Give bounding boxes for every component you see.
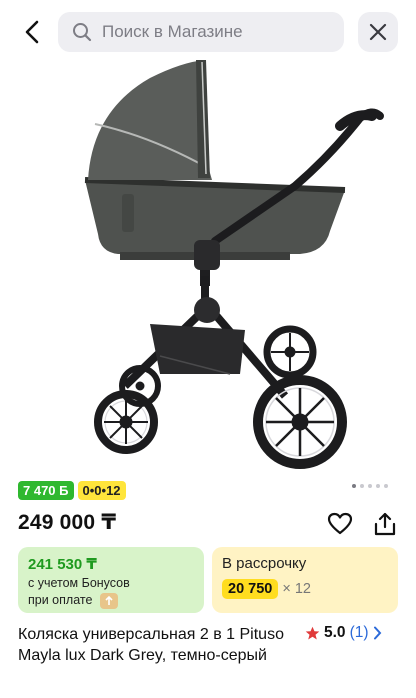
- rating-score: 5.0: [324, 624, 346, 641]
- close-button[interactable]: [358, 12, 398, 52]
- back-button[interactable]: [14, 14, 50, 50]
- review-count[interactable]: (1): [350, 624, 369, 642]
- bonus-badge: 7 470 Б: [18, 481, 74, 500]
- product-rating[interactable]: 5.0 (1): [305, 624, 382, 642]
- chevron-right-icon: [373, 626, 381, 640]
- bonus-note: с учетом Бонусов при оплате: [28, 575, 194, 609]
- bonus-note-line2: при оплате: [28, 593, 93, 607]
- installment-card[interactable]: В рассрочку 20 750 × 12: [212, 547, 398, 613]
- search-input[interactable]: Поиск в Магазине: [58, 12, 344, 52]
- bonus-coin-icon: [99, 592, 118, 609]
- share-icon: [374, 512, 396, 536]
- bonus-price: 241 530 ₸: [28, 556, 97, 573]
- installment-title: В рассрочку: [222, 555, 307, 572]
- close-icon: [369, 23, 387, 41]
- heart-icon: [327, 512, 353, 535]
- stroller-image: [84, 60, 384, 469]
- product-image[interactable]: [0, 56, 416, 472]
- favorite-button[interactable]: [325, 509, 355, 539]
- product-title: Коляска универсальная 2 в 1 Pituso Mayla…: [18, 626, 284, 664]
- search-placeholder: Поиск в Магазине: [102, 22, 243, 41]
- installment-badge: 0•0•12: [77, 481, 126, 500]
- gallery-pagination[interactable]: [352, 484, 388, 488]
- bonus-note-line1: с учетом Бонусов: [28, 576, 130, 590]
- promo-badges: 7 470 Б 0•0•12: [18, 481, 126, 500]
- search-icon: [73, 23, 92, 42]
- chevron-left-icon: [25, 20, 39, 44]
- installment-months: × 12: [282, 581, 311, 597]
- pagination-dot[interactable]: [376, 484, 380, 488]
- product-price: 249 000 ₸: [18, 511, 117, 534]
- pagination-dot[interactable]: [360, 484, 364, 488]
- bonus-price-card[interactable]: 241 530 ₸ с учетом Бонусов при оплате: [18, 547, 204, 613]
- pagination-dot[interactable]: [384, 484, 388, 488]
- installment-amount: 20 750: [222, 579, 279, 599]
- pagination-dot[interactable]: [352, 484, 356, 488]
- pagination-dot[interactable]: [368, 484, 372, 488]
- share-button[interactable]: [370, 509, 400, 539]
- installment-row: 20 750 × 12: [222, 579, 388, 599]
- bonus-note-line2-wrap: при оплате: [28, 592, 194, 609]
- top-bar: Поиск в Магазине: [0, 0, 416, 64]
- star-icon: [305, 626, 320, 639]
